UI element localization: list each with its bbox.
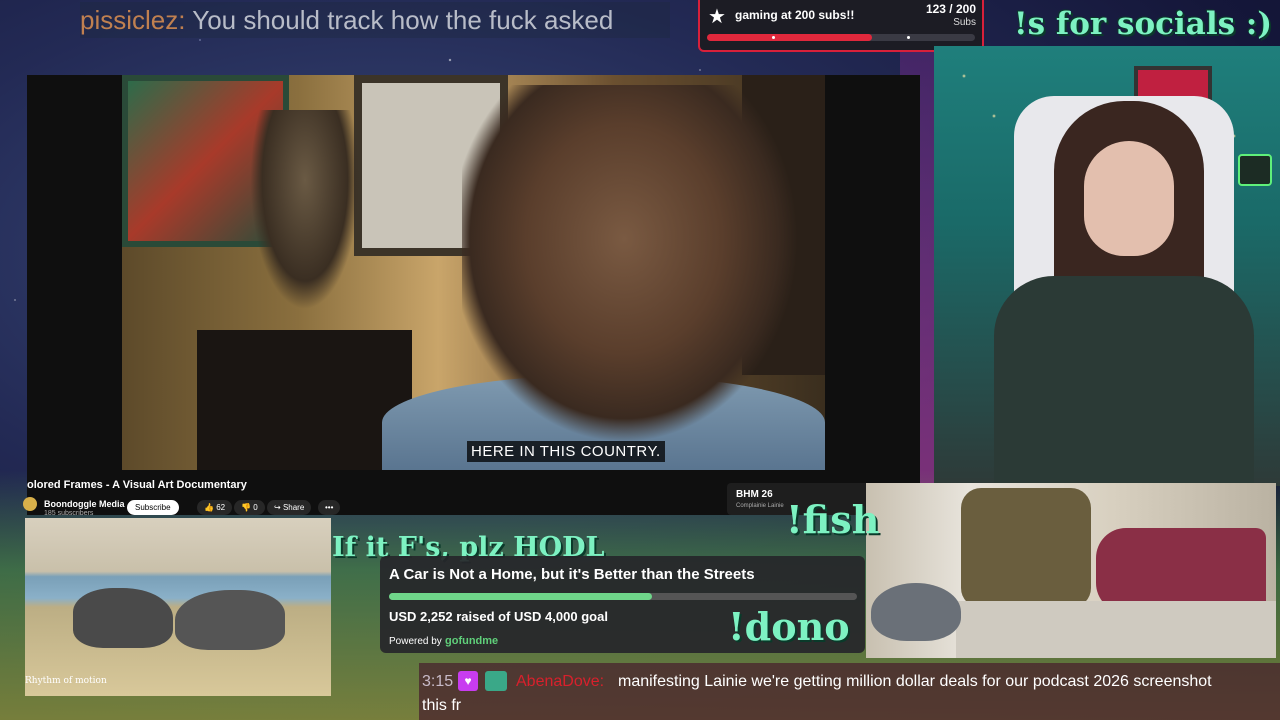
gofundme-progress-fill (389, 593, 653, 600)
goal-marker (772, 36, 775, 39)
gofundme-title: A Car is Not a Home, but it's Better tha… (389, 566, 755, 583)
goal-count: 123 / 200 (925, 2, 976, 16)
more-button[interactable]: ••• (318, 500, 341, 515)
heart-badge-icon: ♥ (458, 671, 478, 691)
gofundme-progress-track (389, 593, 857, 600)
channel-name[interactable]: Boondoggle Media (44, 499, 125, 509)
thumbs-up-icon: 👍 (204, 503, 214, 512)
clip-watermark: Rhythm of motion (25, 676, 107, 686)
sub-goal-widget: ★ gaming at 200 subs!! 123 / 200 Subs (698, 0, 984, 52)
chat-message-text-cont: this fr (422, 697, 462, 714)
chat-ticker: pissiclez: You should track how the fuck… (80, 2, 670, 38)
gofundme-raised: USD 2,252 raised of USD 4,000 goal (389, 609, 608, 624)
video-frame[interactable]: HERE IN THIS COUNTRY. (122, 75, 825, 470)
video-title[interactable]: olored Frames - A Visual Art Documentary (27, 479, 247, 491)
chat-message: 3:15 ♥ AbenaDove: manifesting Lainie we'… (419, 663, 1280, 720)
video-player[interactable]: HERE IN THIS COUNTRY. olored Frames - A … (23, 75, 920, 517)
streamer-webcam (934, 46, 1280, 486)
goal-progress-fill (707, 34, 872, 41)
goal-title: gaming at 200 subs!! (735, 8, 855, 22)
video-subtitle: HERE IN THIS COUNTRY. (467, 441, 665, 462)
chat-username[interactable]: AbenaDove: (516, 669, 604, 695)
pedestal (197, 330, 412, 470)
couch (956, 601, 1276, 658)
powered-by-label: Powered by (389, 636, 442, 647)
subscribe-button[interactable]: Subscribe (127, 500, 179, 515)
wildebeest (73, 588, 173, 648)
goal-marker (907, 36, 910, 39)
fish-command: !fish (786, 497, 880, 542)
cat (871, 583, 961, 641)
goal-progress-track (707, 34, 975, 41)
share-button[interactable]: ↪ Share (267, 500, 312, 515)
like-count: 62 (216, 503, 226, 512)
cat-cam (866, 483, 1276, 658)
playlist-title: BHM 26 (736, 489, 773, 500)
wildebeest (175, 590, 285, 650)
dislike-count: 0 (253, 503, 258, 512)
nature-clip: Rhythm of motion (25, 518, 331, 696)
streamer-body (994, 276, 1254, 486)
bust-sculpture (250, 110, 360, 310)
goal-unit: Subs (953, 17, 976, 28)
playlist-owner: Complainie Lainie (736, 503, 784, 509)
interviewee (462, 85, 822, 470)
pillow (961, 488, 1091, 608)
thumbs-down-icon: 👎 (241, 503, 251, 512)
streamer-face (1084, 141, 1174, 256)
channel-avatar[interactable] (23, 497, 37, 511)
like-button[interactable]: 👍 62 (197, 500, 233, 515)
subscriber-count: 185 subscribers (44, 510, 94, 517)
dislike-button[interactable]: 👎 0 (234, 500, 265, 515)
cat-badge-icon (485, 671, 507, 691)
gofundme-logo: gofundme (445, 635, 499, 647)
chat-message-text: manifesting Lainie we're getting million… (618, 673, 1212, 690)
ticker-username: pissiclez: (80, 5, 186, 35)
socials-command-text: !s for socials :) (1014, 6, 1272, 42)
dono-command: !dono (728, 604, 850, 649)
star-icon: ★ (708, 6, 726, 28)
share-icon: ↪ (274, 503, 281, 512)
twitch-logo-icon (1238, 154, 1272, 186)
share-label: Share (282, 503, 305, 512)
ticker-message: You should track how the fuck asked (192, 5, 614, 35)
chat-timestamp: 3:15 (422, 673, 454, 690)
